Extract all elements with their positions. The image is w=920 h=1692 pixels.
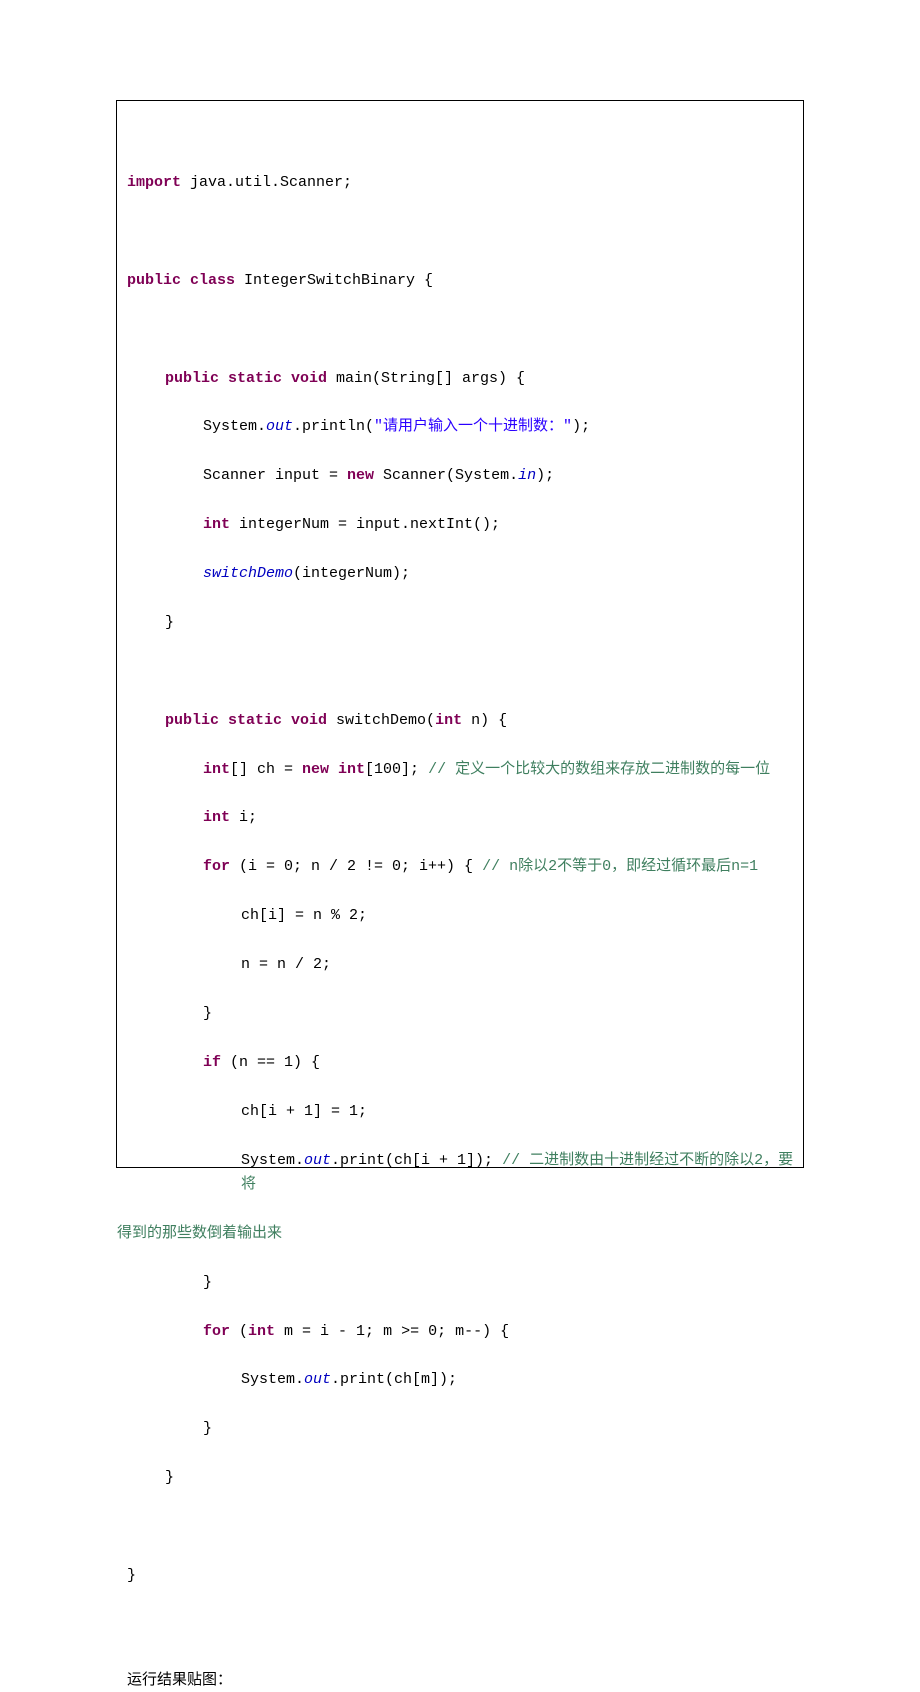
code-line [117,220,803,244]
code-line: n = n / 2; [117,953,803,977]
code-line: int integerNum = input.nextInt(); [117,513,803,537]
code-line: } [117,1417,803,1441]
code-line [117,660,803,684]
code-line: switchDemo(integerNum); [117,562,803,586]
code-frame: import java.util.Scanner; public class I… [116,100,804,1168]
code-line: } [117,1564,803,1588]
code-line: } [117,611,803,635]
code-line: if (n == 1) { [117,1051,803,1075]
result-label: 运行结果贴图： [117,1668,803,1692]
code-line: public class IntegerSwitchBinary { [117,269,803,293]
code-line: Scanner input = new Scanner(System.in); [117,464,803,488]
code-line [117,1515,803,1539]
code-block: import java.util.Scanner; public class I… [117,171,803,1613]
code-line: public static void switchDemo(int n) { [117,709,803,733]
code-line: for (i = 0; n / 2 != 0; i++) { // n除以2不等… [117,855,803,879]
document-page: import java.util.Scanner; public class I… [0,0,920,1302]
code-line: } [117,1002,803,1026]
code-line [117,318,803,342]
code-line: ch[i + 1] = 1; [117,1100,803,1124]
code-line: System.out.print(ch[i + 1]); // 二进制数由十进制… [117,1149,803,1198]
code-line: System.out.println("请用户输入一个十进制数："); [117,415,803,439]
code-line: import java.util.Scanner; [117,171,803,195]
code-line-wrap: 得到的那些数倒着输出来 [117,1222,803,1246]
code-line: public static void main(String[] args) { [117,367,803,391]
code-line: for (int m = i - 1; m >= 0; m--) { [117,1320,803,1344]
code-line: System.out.print(ch[m]); [117,1368,803,1392]
code-line: int i; [117,806,803,830]
code-line: } [117,1466,803,1490]
code-line: int[] ch = new int[100]; // 定义一个比较大的数组来存… [117,758,803,782]
code-line: ch[i] = n % 2; [117,904,803,928]
code-line: } [117,1271,803,1295]
